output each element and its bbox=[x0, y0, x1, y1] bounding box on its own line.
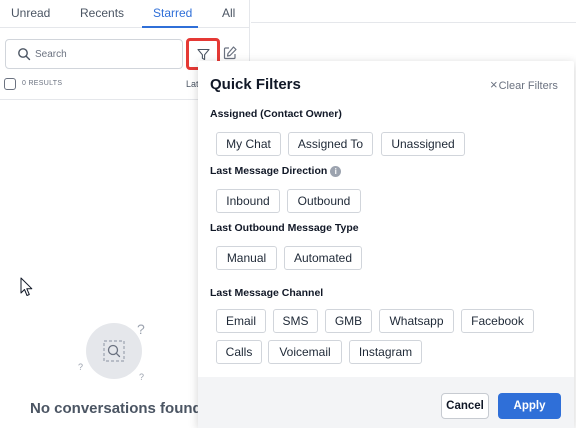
active-tab-indicator bbox=[142, 26, 198, 28]
tab-unread[interactable]: Unread bbox=[11, 6, 50, 20]
conversation-header-strip bbox=[251, 0, 576, 23]
filter-chip-assigned-to[interactable]: Assigned To bbox=[288, 132, 373, 156]
tab-all[interactable]: All bbox=[222, 6, 235, 20]
apply-button[interactable]: Apply bbox=[498, 393, 561, 419]
filter-chip-manual[interactable]: Manual bbox=[216, 246, 277, 270]
conversation-tabs: Unread Recents Starred All bbox=[0, 0, 250, 28]
filter-chip-calls[interactable]: Calls bbox=[216, 340, 262, 364]
empty-state-text: No conversations found bbox=[30, 400, 202, 417]
filter-chip-my-chat[interactable]: My Chat bbox=[216, 132, 281, 156]
direction-label: Last Message Direction bbox=[210, 165, 328, 177]
tab-recents[interactable]: Recents bbox=[80, 6, 124, 20]
filter-chip-outbound[interactable]: Outbound bbox=[287, 189, 361, 213]
search-input[interactable] bbox=[35, 45, 175, 63]
sort-label[interactable]: Lat bbox=[186, 79, 199, 89]
close-icon: × bbox=[490, 77, 498, 92]
filter-chip-voicemail[interactable]: Voicemail bbox=[268, 340, 342, 364]
svg-text:?: ? bbox=[139, 372, 144, 382]
search-box bbox=[5, 39, 183, 69]
clear-filters-label: Clear Filters bbox=[498, 80, 558, 92]
filter-chip-whatsapp[interactable]: Whatsapp bbox=[379, 309, 454, 333]
outbound-type-label: Last Outbound Message Type bbox=[210, 222, 359, 234]
empty-search-icon: ? ? ? bbox=[78, 321, 145, 382]
filter-chip-facebook[interactable]: Facebook bbox=[461, 309, 534, 333]
filter-icon bbox=[197, 48, 210, 61]
search-icon bbox=[18, 48, 31, 61]
direction-section: Last Message Direction i bbox=[210, 165, 342, 177]
cancel-button[interactable]: Cancel bbox=[441, 393, 489, 419]
svg-text:?: ? bbox=[78, 362, 83, 372]
assigned-label: Assigned (Contact Owner) bbox=[210, 108, 342, 120]
panel-title: Quick Filters bbox=[210, 76, 301, 93]
svg-text:?: ? bbox=[137, 321, 145, 337]
compose-icon[interactable] bbox=[222, 45, 238, 61]
clear-filters-button[interactable]: ×Clear Filters bbox=[490, 77, 558, 92]
filter-chip-instagram[interactable]: Instagram bbox=[349, 340, 422, 364]
select-all-checkbox[interactable] bbox=[4, 78, 16, 90]
quick-filters-panel: Quick Filters ×Clear Filters Assigned (C… bbox=[198, 61, 574, 428]
results-count: 0 RESULTS bbox=[22, 80, 63, 87]
conversations-page: Unread Recents Starred All 0 RESULTS bbox=[0, 0, 576, 428]
filter-chip-email[interactable]: Email bbox=[216, 309, 266, 333]
mouse-cursor-icon bbox=[20, 277, 33, 296]
filter-chip-automated[interactable]: Automated bbox=[284, 246, 362, 270]
filter-chip-unassigned[interactable]: Unassigned bbox=[381, 132, 465, 156]
filter-chip-sms[interactable]: SMS bbox=[273, 309, 318, 333]
filter-chip-gmb[interactable]: GMB bbox=[325, 309, 372, 333]
tab-starred[interactable]: Starred bbox=[153, 6, 192, 20]
filter-chip-inbound[interactable]: Inbound bbox=[216, 189, 280, 213]
info-icon[interactable]: i bbox=[330, 165, 342, 177]
channel-label: Last Message Channel bbox=[210, 287, 324, 299]
